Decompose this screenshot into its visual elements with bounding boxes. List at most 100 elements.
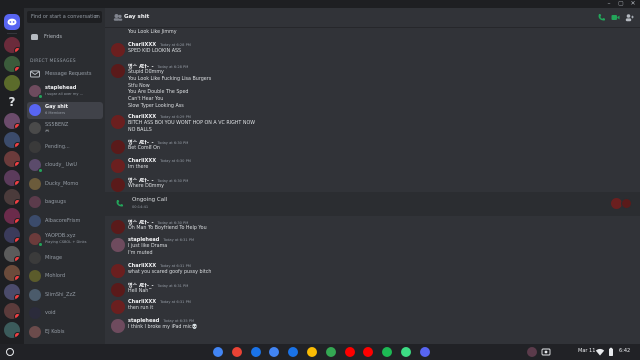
online-status-dot <box>38 242 43 247</box>
avatar[interactable] <box>111 264 125 278</box>
account-avatar[interactable] <box>527 347 537 357</box>
dm-item[interactable]: YAOPDB.xyz Playing CSBOL + Dinks <box>27 231 103 248</box>
message-author[interactable]: 명ᄉ Æ†-_- Today at 6:30 PM <box>128 177 188 184</box>
dm-item[interactable]: Ducky_Momo <box>27 176 103 193</box>
message-author[interactable]: staplehead Today at 6:31 PM <box>128 237 194 243</box>
photos-icon[interactable] <box>307 347 317 357</box>
friends-icon <box>31 34 38 40</box>
unread-badge <box>14 256 20 262</box>
unread-badge <box>14 294 20 300</box>
server-icon[interactable] <box>4 303 20 319</box>
unread-badge <box>14 237 20 243</box>
server-icon[interactable] <box>4 227 20 243</box>
dm-item[interactable]: Gay shit 6 Members <box>27 101 103 119</box>
server-icon[interactable]: ? <box>4 94 20 110</box>
dm-item[interactable]: bagsugs <box>27 194 103 211</box>
wifi-icon[interactable] <box>595 347 605 357</box>
discord-icon[interactable] <box>419 347 430 357</box>
message-requests-label: Message Requests <box>45 71 92 77</box>
avatar[interactable] <box>111 283 125 297</box>
server-icon[interactable] <box>4 284 20 300</box>
server-icon[interactable] <box>4 189 20 205</box>
message-author[interactable]: CharliXXX Today at 6:28 PM <box>128 42 191 48</box>
spotify-icon[interactable] <box>382 347 393 357</box>
screen-capture-icon[interactable] <box>541 347 551 357</box>
ongoing-call-banner[interactable]: Ongoing Call 00:14:41 <box>105 192 640 216</box>
server-icon[interactable] <box>4 56 20 72</box>
avatar[interactable] <box>111 319 125 333</box>
avatar <box>29 214 41 227</box>
avatar[interactable] <box>111 115 125 129</box>
unread-badge <box>14 66 20 72</box>
server-icon[interactable] <box>4 170 20 186</box>
dm-item[interactable]: void <box>27 305 103 322</box>
search-icon: ⌕ <box>94 13 98 20</box>
dm-item[interactable]: Mirage <box>27 250 103 267</box>
server-icon[interactable] <box>4 132 20 148</box>
play-store-icon[interactable] <box>325 347 336 357</box>
message-author[interactable]: 명ᄉ Æ†-_- Today at 6:28 PM <box>128 63 188 70</box>
avatar[interactable] <box>111 238 125 252</box>
server-icon[interactable] <box>4 265 20 281</box>
avatar[interactable] <box>111 178 125 192</box>
minimize-icon[interactable]: – <box>604 0 614 8</box>
call-icon[interactable] <box>597 13 606 22</box>
server-icon[interactable] <box>4 208 20 224</box>
search-input[interactable]: Find or start a conversation ⌕ <box>27 11 102 23</box>
restore-icon[interactable]: ▢ <box>616 0 626 8</box>
launcher-icon[interactable] <box>6 348 14 356</box>
server-icon[interactable] <box>4 246 20 262</box>
server-icon[interactable] <box>4 37 20 53</box>
server-icon[interactable] <box>4 151 20 167</box>
chrome-icon[interactable] <box>213 347 223 357</box>
dm-name: Mirage <box>45 254 63 261</box>
add-member-icon[interactable] <box>625 13 634 22</box>
dm-subtitle: Playing CSBOL + Dinks <box>45 240 87 244</box>
avatar <box>29 251 41 264</box>
dm-item[interactable]: cloudy_ UwU <box>27 157 103 174</box>
message-author[interactable]: CharliXXX Today at 6:31 PM <box>128 263 191 269</box>
avatar[interactable] <box>111 220 125 234</box>
files-icon[interactable] <box>250 347 261 357</box>
dm-item[interactable]: staplehead i sugar all over my ... <box>27 83 103 100</box>
avatar[interactable] <box>111 159 125 173</box>
dm-item[interactable]: SS5BENZ 🎮 <box>27 120 103 137</box>
dm-item[interactable]: Pending... <box>27 139 103 156</box>
avatar[interactable] <box>111 64 125 78</box>
avatar[interactable] <box>111 140 125 154</box>
unread-badge <box>14 313 20 319</box>
shelf-date[interactable]: Mar 11 <box>578 348 595 354</box>
message-requests-button[interactable]: Message Requests <box>27 66 103 83</box>
battery-icon[interactable] <box>606 347 616 357</box>
gmail-icon[interactable] <box>231 347 242 357</box>
avatar[interactable] <box>111 300 125 314</box>
shelf-clock[interactable]: 6:42 <box>619 348 630 354</box>
friends-button[interactable]: Friends <box>28 31 101 43</box>
friends-label: Friends <box>44 34 62 40</box>
dm-item[interactable]: EJ Kobis <box>27 324 103 341</box>
author-name: CharliXXX <box>128 114 157 120</box>
message-author[interactable]: 명ᄉ Æ†-_- Today at 6:30 PM <box>128 219 188 226</box>
dm-item[interactable]: Mohlord <box>27 268 103 285</box>
home-button[interactable] <box>4 14 20 30</box>
avatar[interactable] <box>111 43 125 57</box>
video-call-icon[interactable] <box>611 13 620 22</box>
message-author[interactable]: 명ᄉ Æ†-_- Today at 6:30 PM <box>128 139 188 146</box>
youtube-music-icon[interactable] <box>363 347 374 357</box>
close-icon[interactable]: ✕ <box>628 0 638 8</box>
messages-icon[interactable] <box>288 347 299 357</box>
avatar <box>29 122 41 134</box>
android-icon[interactable] <box>401 347 411 357</box>
message-author[interactable]: CharliXXX Today at 6:31 PM <box>128 299 191 305</box>
message-author[interactable]: 명ᄉ Æ†-_- Today at 6:31 PM <box>128 282 188 289</box>
message-author[interactable]: staplehead Today at 6:35 PM <box>128 318 194 324</box>
dm-item[interactable]: AlbacoreFrism <box>27 213 103 230</box>
server-icon[interactable] <box>4 322 20 338</box>
dm-item[interactable]: SlimShi_ZzZ <box>27 287 103 304</box>
message-author[interactable]: CharliXXX Today at 6:30 PM <box>128 158 191 164</box>
server-icon[interactable] <box>4 113 20 129</box>
docs-icon[interactable] <box>269 347 280 357</box>
youtube-icon[interactable] <box>344 347 355 357</box>
server-icon[interactable] <box>4 75 20 91</box>
message-author[interactable]: CharliXXX Today at 6:29 PM <box>128 114 191 120</box>
